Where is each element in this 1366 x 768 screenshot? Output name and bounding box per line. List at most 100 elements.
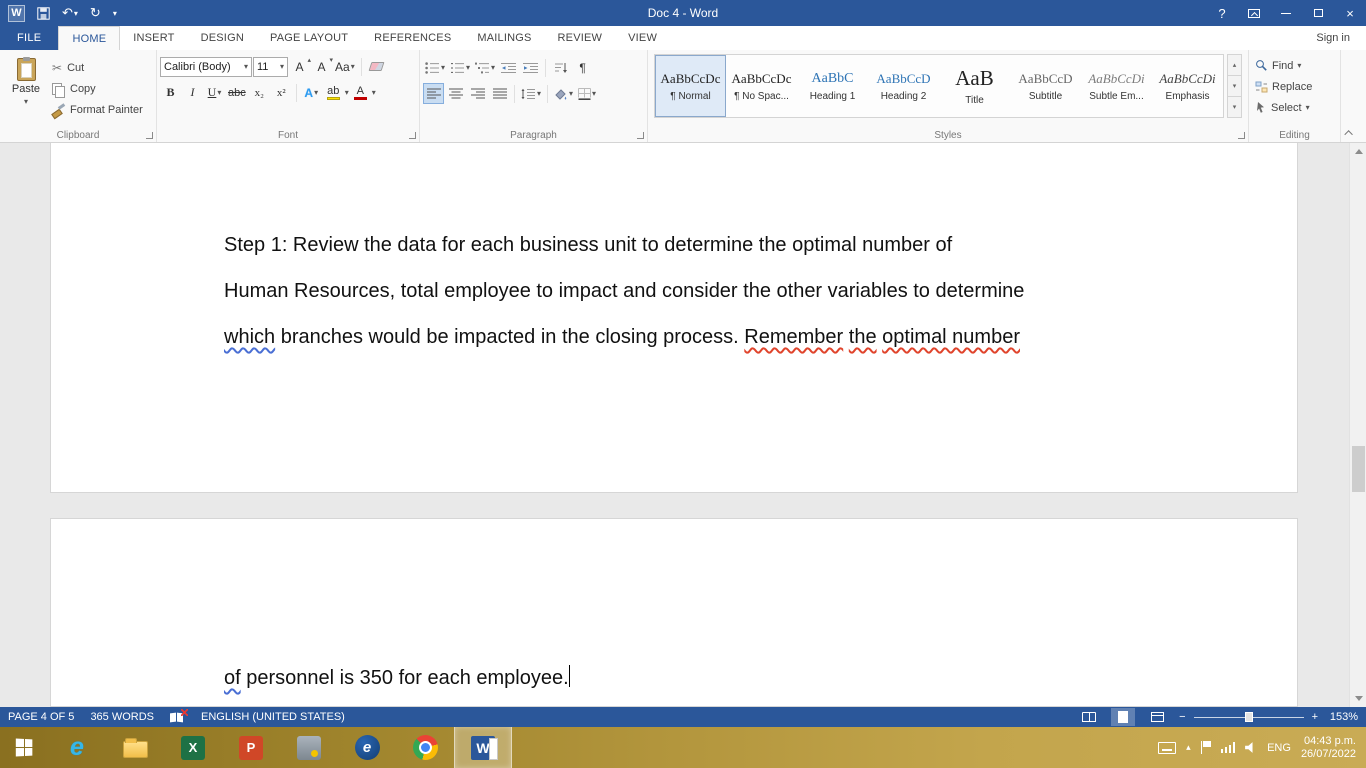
align-left-button[interactable] [423, 83, 444, 104]
zoom-level[interactable]: 153% [1326, 711, 1358, 723]
document-line[interactable]: of personnel is 350 for each employee. [224, 655, 1157, 701]
document-page-5[interactable]: of personnel is 350 for each employee. [50, 518, 1298, 707]
styles-dialog-launcher[interactable] [1238, 132, 1245, 139]
paste-dropdown-icon[interactable]: ▾ [24, 97, 28, 106]
document-line[interactable]: Human Resources, total employee to impac… [224, 268, 1157, 314]
grammar-flagged-word[interactable]: which [224, 326, 275, 348]
language-indicator[interactable]: ENGLISH (UNITED STATES) [201, 711, 345, 723]
find-dropdown-icon[interactable]: ▾ [1297, 61, 1301, 70]
style-heading-1[interactable]: AaBbC Heading 1 [797, 55, 868, 117]
styles-more-button[interactable]: ▾ [1227, 97, 1242, 118]
save-button[interactable] [37, 6, 50, 20]
tab-design[interactable]: DESIGN [188, 26, 257, 50]
internet-explorer-icon[interactable]: e [48, 727, 106, 768]
grammar-flagged-word[interactable]: of [224, 667, 241, 689]
change-case-button[interactable]: Aa ▾ [333, 56, 357, 77]
subscript-button[interactable]: x₂ [249, 82, 270, 103]
font-color-dropdown-icon[interactable]: ▾ [372, 88, 376, 97]
paste-button[interactable]: Paste ▾ [3, 53, 49, 127]
font-color-button[interactable]: A [350, 82, 371, 103]
styles-scroll-down-button[interactable]: ▾ [1227, 76, 1242, 97]
page-5-text[interactable]: of personnel is 350 for each employee. [51, 519, 1297, 701]
start-button[interactable] [0, 727, 48, 768]
word-count[interactable]: 365 WORDS [90, 711, 154, 723]
pinned-app-icon[interactable] [280, 727, 338, 768]
page-indicator[interactable]: PAGE 4 OF 5 [8, 711, 74, 723]
bullets-button[interactable]: ▾ [423, 57, 447, 78]
close-button[interactable]: × [1334, 0, 1366, 26]
scrollbar-thumb[interactable] [1352, 446, 1365, 492]
shading-button[interactable]: ▾ [552, 83, 575, 104]
vertical-scrollbar[interactable] [1349, 143, 1366, 707]
document-line[interactable]: which branches would be impacted in the … [224, 314, 1157, 360]
help-button[interactable]: ? [1206, 0, 1238, 26]
chrome-icon[interactable] [396, 727, 454, 768]
style-heading-2[interactable]: AaBbCcD Heading 2 [868, 55, 939, 117]
tab-home[interactable]: HOME [58, 26, 121, 50]
ribbon-display-options-button[interactable] [1238, 0, 1270, 26]
word-app-icon[interactable]: W [8, 4, 25, 22]
customize-quick-access-button[interactable]: ▾ [113, 9, 117, 18]
line-spacing-button[interactable]: ▾ [519, 83, 543, 104]
input-language-indicator[interactable]: ENG [1267, 742, 1291, 754]
zoom-out-button[interactable]: − [1179, 711, 1185, 723]
style-no-spacing[interactable]: AaBbCcDc ¶ No Spac... [726, 55, 797, 117]
collapse-ribbon-button[interactable] [1342, 127, 1358, 139]
align-right-button[interactable] [467, 83, 488, 104]
clock[interactable]: 04:43 p.m. 26/07/2022 [1301, 735, 1356, 761]
network-icon[interactable] [1220, 742, 1236, 753]
undo-dropdown-icon[interactable]: ▾ [74, 9, 78, 18]
text-effects-button[interactable]: A ▾ [301, 82, 322, 103]
text-highlight-color-button[interactable]: ab [323, 82, 344, 103]
underline-dropdown-icon[interactable]: ▾ [217, 88, 221, 97]
style-normal[interactable]: AaBbCcDc ¶ Normal [655, 55, 726, 117]
zoom-slider[interactable] [1193, 711, 1304, 723]
spelling-flagged-word[interactable]: the [849, 326, 877, 348]
font-name-dropdown-icon[interactable]: ▾ [244, 62, 248, 71]
tab-file[interactable]: FILE [0, 26, 59, 50]
document-line[interactable]: Step 1: Review the data for each busines… [224, 222, 1157, 268]
clipboard-dialog-launcher[interactable] [146, 132, 153, 139]
redo-button[interactable]: ↻ [90, 5, 101, 21]
document-page-4[interactable]: Step 1: Review the data for each busines… [50, 143, 1298, 493]
strikethrough-button[interactable]: abc [226, 82, 248, 103]
undo-button[interactable]: ↶ ▾ [62, 5, 78, 21]
zoom-in-button[interactable]: + [1312, 711, 1318, 723]
style-emphasis[interactable]: AaBbCcDi Emphasis [1152, 55, 1223, 117]
multilevel-list-button[interactable]: ▾ [473, 57, 497, 78]
italic-button[interactable]: I [182, 82, 203, 103]
excel-icon[interactable]: X [164, 727, 222, 768]
read-mode-button[interactable] [1077, 708, 1101, 726]
minimize-button[interactable] [1270, 0, 1302, 26]
zoom-slider-thumb[interactable] [1244, 712, 1253, 722]
action-center-flag-icon[interactable] [1200, 741, 1211, 754]
spelling-flagged-word[interactable]: Remember [744, 326, 843, 348]
select-dropdown-icon[interactable]: ▾ [1306, 103, 1310, 112]
show-hide-formatting-button[interactable]: ¶ [572, 57, 593, 78]
select-button[interactable]: Select ▾ [1252, 98, 1337, 117]
borders-button[interactable]: ▾ [576, 83, 598, 104]
justify-button[interactable] [489, 83, 510, 104]
page-4-text[interactable]: Step 1: Review the data for each busines… [51, 143, 1297, 360]
tab-mailings[interactable]: MAILINGS [464, 26, 544, 50]
file-explorer-icon[interactable] [106, 727, 164, 768]
tab-view[interactable]: VIEW [615, 26, 670, 50]
clear-formatting-button[interactable] [366, 56, 387, 77]
tab-page-layout[interactable]: PAGE LAYOUT [257, 26, 361, 50]
word-taskbar-icon[interactable]: W [454, 727, 512, 768]
sign-in-link[interactable]: Sign in [1300, 26, 1366, 50]
bold-button[interactable]: B [160, 82, 181, 103]
edge-browser-icon[interactable]: e [338, 727, 396, 768]
print-layout-button[interactable] [1111, 708, 1136, 726]
numbering-button[interactable]: ▾ [448, 57, 472, 78]
increase-indent-button[interactable] [520, 57, 541, 78]
shrink-font-button[interactable]: A ▾ [311, 56, 333, 77]
align-center-button[interactable] [445, 83, 466, 104]
web-layout-button[interactable] [1145, 708, 1169, 726]
font-size-combobox[interactable]: 11 ▾ [253, 56, 288, 77]
maximize-button[interactable] [1302, 0, 1334, 26]
find-button[interactable]: Find ▾ [1252, 56, 1337, 75]
paragraph-dialog-launcher[interactable] [637, 132, 644, 139]
decrease-indent-button[interactable] [498, 57, 519, 78]
font-name-combobox[interactable]: Calibri (Body) ▾ [160, 56, 252, 77]
